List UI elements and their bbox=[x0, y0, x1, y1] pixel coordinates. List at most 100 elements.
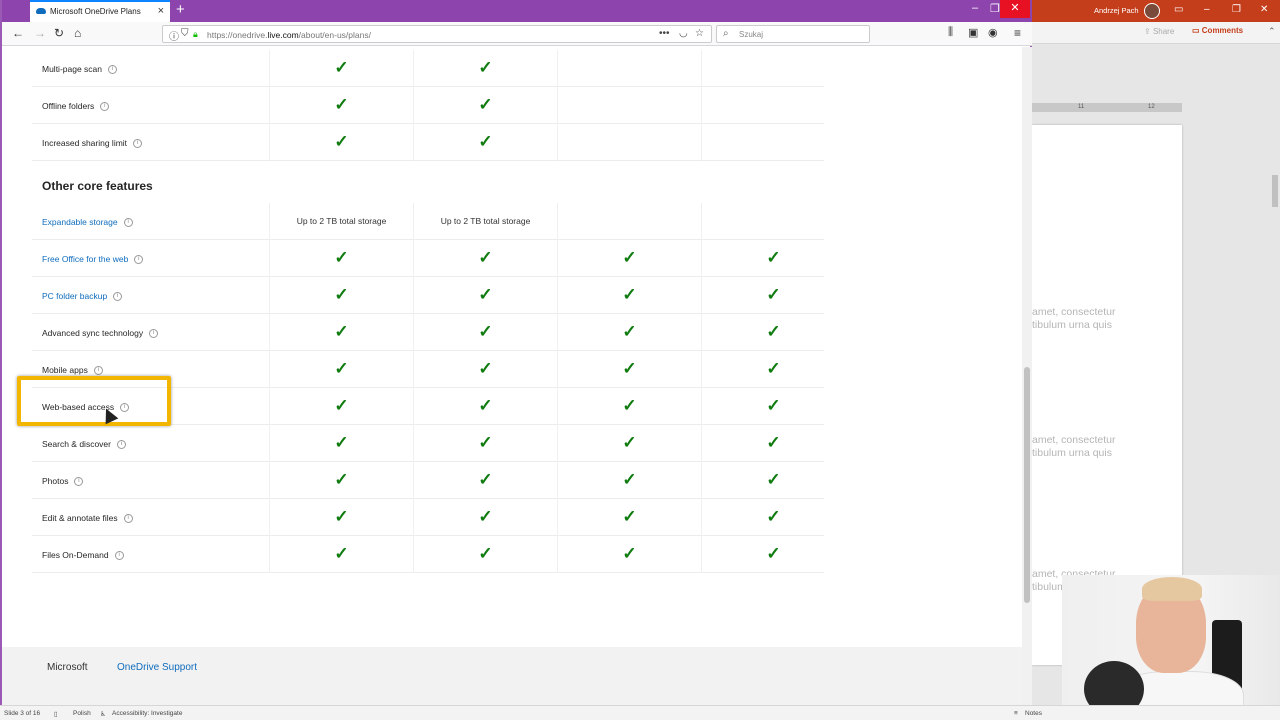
info-icon[interactable]: i bbox=[108, 65, 118, 75]
checkmark-icon: ✓ bbox=[622, 507, 637, 526]
plan-cell: ✓ bbox=[557, 425, 701, 462]
menu-icon[interactable]: ≡ bbox=[1014, 26, 1021, 40]
feature-label: Multi-page scan i bbox=[42, 64, 118, 75]
accessibility-status[interactable]: Accessibility: Investigate bbox=[112, 710, 182, 717]
feature-label[interactable]: Expandable storage i bbox=[42, 217, 133, 228]
feature-label: Mobile apps i bbox=[42, 365, 103, 376]
feature-label-text: Increased sharing limit bbox=[42, 138, 128, 148]
tab-close-icon[interactable]: × bbox=[158, 5, 164, 17]
restore-icon[interactable]: ❐ bbox=[1232, 4, 1241, 15]
info-icon[interactable]: i bbox=[123, 218, 133, 228]
pocket-icon[interactable]: ◡ bbox=[679, 28, 688, 39]
tab-onedrive-plans[interactable]: Microsoft OneDrive Plans × bbox=[30, 0, 170, 22]
info-icon[interactable]: i bbox=[113, 292, 123, 302]
slide-text-block[interactable]: amet, consectetur tibulum urna quis bbox=[1032, 434, 1115, 460]
tab-bar: Microsoft OneDrive Plans × + – ❐ ✕ bbox=[2, 0, 1032, 22]
plan-cell: ✓ bbox=[413, 314, 557, 351]
maximize-icon[interactable]: ❐ bbox=[990, 2, 1000, 15]
slide-text-block[interactable]: amet, consectetur tibulum urna quis bbox=[1032, 306, 1115, 332]
info-icon[interactable]: i bbox=[134, 255, 144, 265]
page-scrollbar[interactable] bbox=[1022, 47, 1032, 705]
feature-row: PC folder backup i ✓ ✓ ✓ ✓ bbox=[32, 277, 824, 314]
plan-cell: ✓ bbox=[269, 314, 413, 351]
minimize-icon[interactable]: – bbox=[972, 2, 978, 14]
ppt-user-avatar[interactable] bbox=[1144, 3, 1160, 19]
language-status[interactable]: Polish bbox=[73, 710, 91, 717]
ppt-scroll-thumb[interactable] bbox=[1272, 175, 1278, 207]
reload-icon[interactable]: ↻ bbox=[54, 26, 64, 40]
storage-text: Up to 2 TB total storage bbox=[296, 216, 387, 226]
library-icon[interactable]: ⫼ bbox=[948, 26, 953, 39]
bookmark-star-icon[interactable]: ☆ bbox=[695, 28, 704, 39]
home-icon[interactable]: ⌂ bbox=[74, 26, 81, 40]
info-icon[interactable]: i bbox=[74, 477, 84, 487]
proofing-icon[interactable]: ▯ bbox=[54, 710, 58, 718]
plan-cell: ✓ bbox=[413, 388, 557, 425]
plan-cell: ✓ bbox=[413, 499, 557, 536]
notes-icon[interactable]: ≡ bbox=[1014, 710, 1018, 717]
info-icon[interactable]: ⓘ bbox=[169, 28, 179, 43]
info-icon[interactable]: i bbox=[93, 366, 103, 376]
checkmark-icon: ✓ bbox=[478, 322, 493, 341]
plan-cell: ✓ bbox=[557, 277, 701, 314]
plan-cell: ✓ bbox=[701, 536, 845, 573]
url-bar[interactable]: ⓘ ⛉ 🔒︎ https://onedrive.live.com/about/e… bbox=[162, 25, 712, 43]
checkmark-icon: ✓ bbox=[622, 433, 637, 452]
ribbon-display-icon[interactable]: ▭ bbox=[1174, 4, 1183, 15]
feature-row: Edit & annotate files i ✓ ✓ ✓ ✓ bbox=[32, 499, 824, 536]
share-button[interactable]: ⇪ Share bbox=[1144, 27, 1174, 36]
feature-label[interactable]: PC folder backup i bbox=[42, 291, 123, 302]
checkmark-icon: ✓ bbox=[478, 248, 493, 267]
feature-label[interactable]: Free Office for the web i bbox=[42, 254, 144, 265]
info-icon[interactable]: i bbox=[114, 551, 124, 561]
accessibility-icon[interactable]: ♿︎ bbox=[100, 710, 106, 718]
chevron-up-icon[interactable]: ⌃ bbox=[1268, 26, 1276, 37]
info-icon[interactable]: i bbox=[133, 139, 143, 149]
plan-cell: ✓ bbox=[557, 388, 701, 425]
account-icon[interactable]: ◉ bbox=[988, 26, 998, 39]
info-icon[interactable]: i bbox=[100, 102, 110, 112]
tracking-shield-icon[interactable]: ⛉ bbox=[181, 28, 189, 39]
checkmark-icon: ✓ bbox=[622, 359, 637, 378]
notes-button[interactable]: Notes bbox=[1025, 710, 1042, 717]
section-title: Other core features bbox=[42, 179, 153, 193]
plan-cell bbox=[701, 203, 845, 240]
plan-cell: ✓ bbox=[701, 277, 845, 314]
checkmark-icon: ✓ bbox=[334, 359, 349, 378]
checkmark-icon: ✓ bbox=[478, 433, 493, 452]
back-arrow-icon[interactable]: ← bbox=[12, 26, 24, 40]
checkmark-icon: ✓ bbox=[334, 470, 349, 489]
checkmark-icon: ✓ bbox=[478, 285, 493, 304]
search-box[interactable]: ⌕ Szukaj bbox=[716, 25, 870, 43]
checkmark-icon: ✓ bbox=[622, 470, 637, 489]
info-icon[interactable]: i bbox=[116, 440, 126, 450]
feature-label-text: Expandable storage bbox=[42, 217, 118, 227]
new-tab-icon[interactable]: + bbox=[176, 1, 185, 18]
checkmark-icon: ✓ bbox=[766, 396, 781, 415]
feature-label-text: Edit & annotate files bbox=[42, 513, 118, 523]
checkmark-icon: ✓ bbox=[766, 359, 781, 378]
page-actions-icon[interactable]: ••• bbox=[659, 28, 670, 39]
feature-row: Free Office for the web i ✓ ✓ ✓ ✓ bbox=[32, 240, 824, 277]
forward-arrow-icon[interactable]: → bbox=[34, 26, 46, 40]
ppt-titlebar: Andrzej Pach ▭ – ❐ ✕ bbox=[1032, 0, 1280, 22]
lock-icon[interactable]: 🔒︎ bbox=[193, 29, 198, 40]
url-text[interactable]: https://onedrive.live.com/about/en-us/pl… bbox=[207, 30, 371, 40]
slide-text-line: tibulum urna quis bbox=[1032, 447, 1112, 459]
minimize-icon[interactable]: – bbox=[1204, 4, 1210, 15]
feature-label: Increased sharing limit i bbox=[42, 138, 143, 149]
info-icon[interactable]: i bbox=[123, 514, 133, 524]
ppt-ribbon: ⇪ Share ▭ Comments ⌃ bbox=[1032, 22, 1280, 44]
feature-label: Photos i bbox=[42, 476, 84, 487]
checkmark-icon: ✓ bbox=[478, 95, 493, 114]
comments-button[interactable]: ▭ Comments bbox=[1192, 26, 1243, 35]
page-scroll-thumb[interactable] bbox=[1024, 367, 1030, 603]
footer-onedrive-support-link[interactable]: OneDrive Support bbox=[117, 662, 197, 673]
checkmark-icon: ✓ bbox=[766, 507, 781, 526]
close-icon[interactable]: ✕ bbox=[1260, 4, 1268, 15]
window-close-icon[interactable]: ✕ bbox=[1000, 0, 1030, 18]
info-icon[interactable]: i bbox=[149, 329, 159, 339]
sidebar-icon[interactable]: ▣ bbox=[968, 26, 978, 39]
checkmark-icon: ✓ bbox=[334, 95, 349, 114]
feature-label-text: Photos bbox=[42, 476, 69, 486]
